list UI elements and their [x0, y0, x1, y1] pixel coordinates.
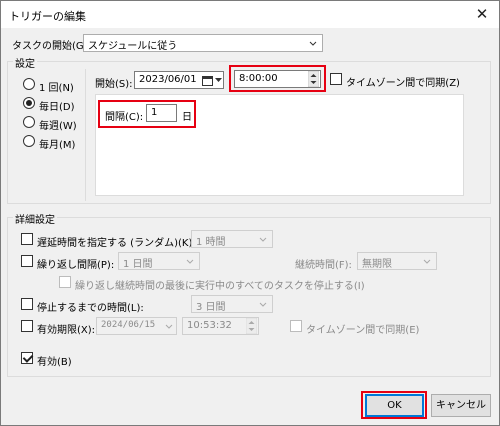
- interval-label: 間隔(C):: [105, 112, 144, 123]
- enabled-checkbox[interactable]: [21, 352, 33, 364]
- task-start-dropdown[interactable]: スケジュールに従う: [83, 34, 323, 52]
- interval-input[interactable]: 1: [146, 104, 177, 122]
- cancel-button[interactable]: キャンセル: [431, 394, 491, 417]
- expire-time-field[interactable]: 10:53:32: [182, 317, 259, 335]
- radio-weekly[interactable]: [23, 116, 35, 128]
- repeat-duration-dropdown[interactable]: 無期限: [357, 252, 437, 270]
- expire-date-value: 2024/06/15: [101, 320, 156, 330]
- chevron-down-icon: [309, 41, 317, 46]
- expire-label: 有効期限(X):: [37, 325, 96, 336]
- expire-checkbox[interactable]: [21, 320, 33, 332]
- delay-value: 1 時間: [196, 237, 226, 248]
- radio-daily[interactable]: [23, 97, 35, 109]
- edit-trigger-dialog: トリガーの編集 ✕ タスクの開始(G): スケジュールに従う 設定 1 回(N)…: [0, 0, 500, 426]
- title-bar: トリガーの編集 ✕: [1, 1, 499, 28]
- repeat-duration-value: 無期限: [362, 259, 392, 270]
- radio-weekly-label: 毎週(W): [39, 121, 77, 132]
- stop-after-label: 停止するまでの時間(L):: [37, 303, 144, 314]
- chevron-down-icon: [165, 324, 173, 329]
- chevron-down-icon: [259, 237, 267, 242]
- repeat-checkbox[interactable]: [21, 255, 33, 267]
- stop-running-label: 繰り返し継続時間の最後に実行中のすべてのタスクを停止する(I): [75, 281, 365, 292]
- radio-once-label: 1 回(N): [39, 83, 74, 94]
- repeat-duration-label: 継続時間(F):: [295, 260, 352, 271]
- close-icon[interactable]: ✕: [471, 4, 493, 24]
- expire-sync-timezone-label: タイムゾーン間で同期(E): [306, 325, 420, 336]
- radio-daily-label: 毎日(D): [39, 102, 75, 113]
- expire-time-value: 10:53:32: [187, 320, 232, 331]
- settings-group-label: 設定: [13, 55, 37, 70]
- stop-after-checkbox[interactable]: [21, 298, 33, 310]
- sync-timezone-label: タイムゾーン間で同期(Z): [346, 78, 460, 89]
- radio-monthly-label: 毎月(M): [39, 140, 76, 151]
- ok-button[interactable]: OK: [365, 394, 424, 417]
- chevron-down-icon: [423, 259, 431, 264]
- stop-after-dropdown[interactable]: 3 日間: [191, 295, 273, 313]
- window-title: トリガーの編集: [9, 10, 86, 23]
- delay-dropdown[interactable]: 1 時間: [191, 230, 273, 248]
- radio-monthly[interactable]: [23, 135, 35, 147]
- interval-value: 1: [151, 107, 158, 118]
- settings-divider: [85, 69, 86, 201]
- advanced-group-label: 詳細設定: [13, 211, 57, 226]
- delay-label: 遅延時間を指定する (ランダム)(K):: [37, 238, 196, 249]
- start-date-picker[interactable]: 2023/06/01: [134, 71, 224, 89]
- calendar-icon[interactable]: [202, 75, 213, 86]
- start-time-field[interactable]: 8:00:00: [234, 70, 321, 88]
- chevron-down-icon: [259, 302, 267, 307]
- stop-after-value: 3 日間: [196, 302, 226, 313]
- chevron-down-icon: [215, 78, 222, 82]
- start-time-value: 8:00:00: [239, 73, 278, 84]
- sync-timezone-checkbox[interactable]: [330, 73, 342, 85]
- spin-buttons-icon[interactable]: [246, 318, 257, 334]
- enabled-label: 有効(B): [37, 357, 72, 368]
- start-date-value: 2023/06/01: [139, 74, 197, 85]
- chevron-down-icon: [186, 259, 194, 264]
- repeat-label: 繰り返し間隔(P):: [37, 260, 115, 271]
- radio-once[interactable]: [23, 78, 35, 90]
- spin-buttons-icon[interactable]: [308, 71, 319, 87]
- repeat-value: 1 日間: [123, 259, 153, 270]
- delay-checkbox[interactable]: [21, 233, 33, 245]
- interval-unit: 日: [182, 112, 192, 123]
- expire-date-picker[interactable]: 2024/06/15: [96, 317, 177, 335]
- expire-sync-timezone-checkbox[interactable]: [290, 320, 302, 332]
- task-start-label: タスクの開始(G):: [12, 41, 91, 52]
- start-label: 開始(S):: [95, 79, 133, 90]
- repeat-dropdown[interactable]: 1 日間: [118, 252, 200, 270]
- stop-running-checkbox[interactable]: [59, 276, 71, 288]
- task-start-value: スケジュールに従う: [88, 41, 178, 52]
